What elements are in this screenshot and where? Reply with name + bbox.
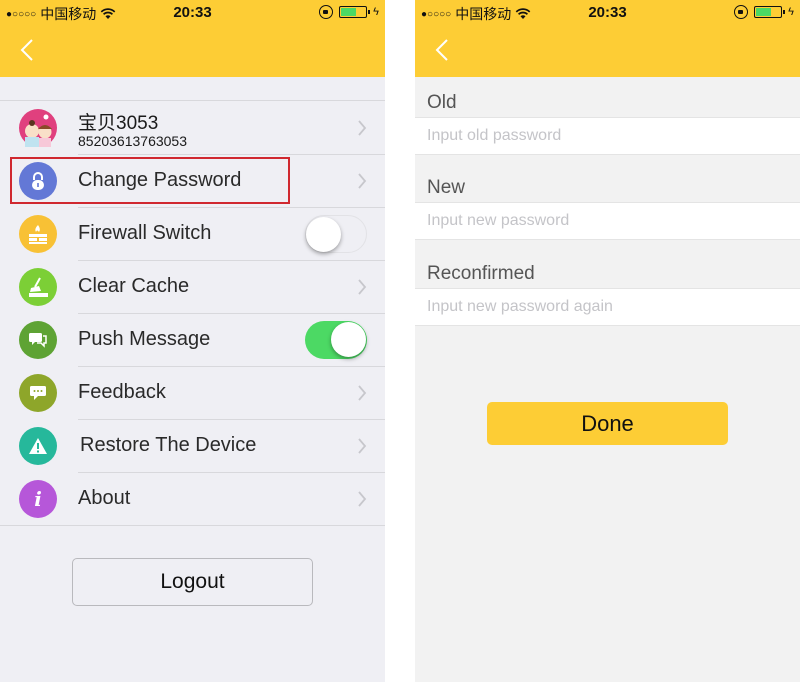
new-password-field-container [415,202,800,240]
reconfirm-password-field-container [415,288,800,326]
reconfirm-password-label: Reconfirmed [427,263,535,284]
chevron-right-icon [358,490,367,507]
settings-item-label: Change Password [78,169,242,191]
nav-header: ●○○○○ 中国移动 20:33 ϟ [415,0,800,77]
nav-header: ●○○○○ 中国移动 20:33 ϟ [0,0,385,77]
settings-item-about[interactable]: i About [0,472,385,525]
chat-icon [19,320,57,359]
reconfirm-password-input[interactable] [415,289,800,325]
settings-item-label: Restore The Device [80,434,257,456]
settings-list: 宝贝3053 85203613763053 Change Password Fi… [0,100,385,526]
back-chevron-icon[interactable] [18,38,38,62]
info-icon: i [19,479,57,518]
status-bar: ●○○○○ 中国移动 20:33 ϟ [415,0,800,24]
new-password-label: New [427,177,466,198]
chevron-right-icon [358,278,367,295]
rotation-lock-icon [734,5,749,19]
lock-icon [19,161,57,200]
charging-icon: ϟ [373,6,379,18]
logout-button[interactable]: Logout [72,558,313,606]
settings-item-label: Push Message [78,328,211,350]
warning-icon [19,426,57,465]
settings-item-label: Firewall Switch [78,222,212,244]
avatar [19,108,57,147]
chevron-right-icon [358,172,367,189]
firewall-icon [19,214,57,253]
toggle-knob [306,216,341,252]
firewall-toggle[interactable] [305,214,367,253]
feedback-icon [19,373,57,412]
settings-item-label: Feedback [78,381,166,403]
broom-icon [19,267,57,306]
toggle-knob [331,322,366,357]
chevron-right-icon [358,119,367,136]
change-password-screen: ●○○○○ 中国移动 20:33 ϟ Old New Reconfirmed D… [415,0,800,682]
status-bar: ●○○○○ 中国移动 20:33 ϟ [0,0,385,24]
profile-row[interactable]: 宝贝3053 85203613763053 [0,101,385,154]
back-chevron-icon[interactable] [433,38,453,62]
profile-id: 85203613763053 [78,133,188,149]
settings-screen: ●○○○○ 中国移动 20:33 ϟ 宝贝3053 85203613763053 [0,0,385,682]
old-password-label: Old [427,92,457,113]
chevron-right-icon [358,384,367,401]
settings-item-push-message: Push Message [0,313,385,366]
new-password-input[interactable] [415,203,800,239]
battery-icon [339,6,371,18]
old-password-input[interactable] [415,118,800,154]
settings-item-restore-device[interactable]: Restore The Device [0,419,385,472]
done-button[interactable]: Done [487,402,728,445]
charging-icon: ϟ [788,6,794,18]
settings-item-feedback[interactable]: Feedback [0,366,385,419]
settings-item-firewall-switch: Firewall Switch [0,207,385,260]
settings-item-clear-cache[interactable]: Clear Cache [0,260,385,313]
profile-name: 宝贝3053 [78,113,159,134]
rotation-lock-icon [319,5,334,19]
push-message-toggle[interactable] [305,320,367,359]
battery-icon [754,6,786,18]
chevron-right-icon [358,437,367,454]
settings-item-change-password[interactable]: Change Password [0,154,385,207]
settings-item-label: About [78,487,131,509]
settings-item-label: Clear Cache [78,275,190,297]
old-password-field-container [415,117,800,155]
